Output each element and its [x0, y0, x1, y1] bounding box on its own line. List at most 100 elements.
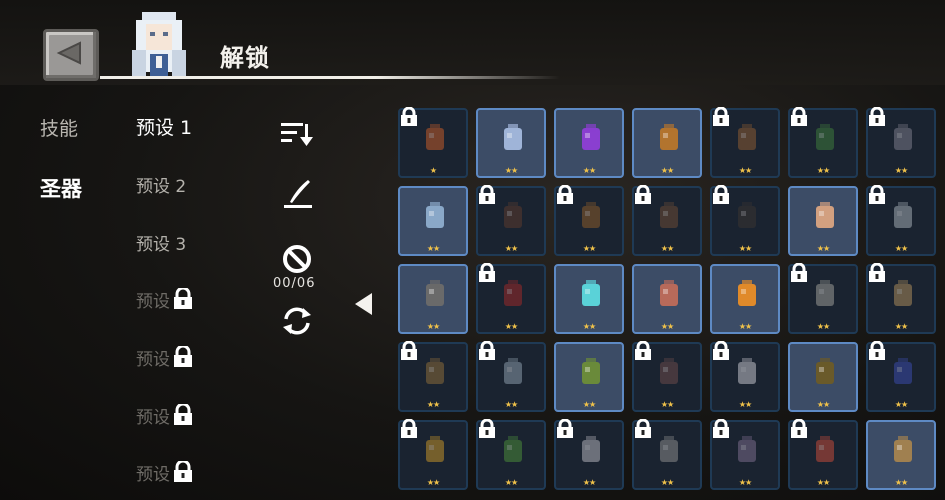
star-rating: ★★ [582, 322, 596, 331]
lock-icon [401, 341, 417, 360]
preset-2[interactable]: 预设 2 [136, 172, 186, 197]
relic-slot[interactable]: ★★ [788, 107, 858, 178]
star-rating: ★★ [738, 400, 752, 409]
lock-icon [635, 185, 651, 204]
statue-icon [894, 124, 912, 150]
star-rating: ★★ [894, 322, 908, 331]
relic-slot[interactable]: ★★ [866, 107, 936, 178]
relic-slot[interactable]: ★★ [710, 107, 780, 178]
skull-staff-icon [426, 280, 444, 306]
relic-slot[interactable]: ★★ [710, 264, 780, 334]
relic-slot[interactable]: ★★ [398, 264, 468, 334]
relic-slot[interactable]: ★★ [476, 108, 546, 178]
preset-label: 预设 [136, 465, 170, 485]
back-button[interactable] [43, 29, 99, 81]
mask-icon [426, 358, 444, 384]
relic-slot[interactable]: ★★ [554, 108, 624, 178]
relic-slot[interactable]: ★★ [788, 342, 858, 412]
dark-cloak-icon [504, 202, 522, 228]
back-arrow-icon [56, 41, 81, 65]
relic-slot[interactable]: ★★ [398, 419, 468, 490]
clear-ban-icon[interactable] [281, 243, 313, 275]
star-rating: ★★ [738, 244, 752, 253]
lock-icon [479, 419, 495, 438]
relic-slot[interactable]: ★★ [632, 419, 702, 490]
refresh-icon[interactable] [279, 305, 315, 337]
relic-slot[interactable]: ★★ [476, 419, 546, 490]
star-rating: ★★ [660, 166, 674, 175]
preset-1[interactable]: 预设 1 [136, 113, 192, 140]
relic-slot[interactable]: ★★ [788, 419, 858, 490]
star-rating: ★★ [660, 244, 674, 253]
lock-icon [635, 419, 651, 438]
lock-icon [479, 341, 495, 360]
ore-icon [504, 358, 522, 384]
relic-slot[interactable]: ★★ [632, 264, 702, 334]
tab-skills[interactable]: 技能 [40, 114, 78, 141]
relic-slot[interactable]: ★★ [866, 263, 936, 334]
preset-3[interactable]: 预设 3 [136, 230, 186, 255]
preset-label: 预设 1 [136, 117, 193, 139]
relic-slot[interactable]: ★★ [710, 419, 780, 490]
smoke-icon [660, 436, 678, 462]
star-rating: ★★ [816, 166, 830, 175]
star-rating: ★★ [504, 400, 518, 409]
rock-icon [738, 436, 756, 462]
collapse-arrow-button[interactable] [355, 293, 372, 315]
relic-slot[interactable]: ★★ [398, 341, 468, 412]
relic-slot[interactable]: ★★ [554, 419, 624, 490]
star-rating: ★★ [660, 322, 674, 331]
relic-slot[interactable]: ★★ [476, 185, 546, 256]
relic-slot[interactable]: ★★ [632, 341, 702, 412]
star-rating: ★ [429, 166, 437, 175]
red-scarf-icon [504, 280, 522, 306]
crystal-crown-icon [504, 124, 522, 150]
relic-slot[interactable]: ★★ [710, 185, 780, 256]
lock-icon [713, 341, 729, 360]
lock-icon [557, 185, 573, 204]
lock-icon [869, 107, 885, 126]
relic-slot[interactable]: ★★ [398, 186, 468, 256]
star-rating: ★★ [660, 400, 674, 409]
relic-slot[interactable]: ★★ [788, 186, 858, 256]
flower-icon [582, 436, 600, 462]
page-title: 解锁 [220, 44, 270, 72]
star-rating: ★★ [816, 322, 830, 331]
egg-nest-icon [582, 358, 600, 384]
star-rating: ★★ [894, 166, 908, 175]
preset-6-locked[interactable]: 预设 [136, 403, 195, 428]
relic-slot[interactable]: ★★ [866, 185, 936, 256]
relic-slot[interactable]: ★★ [710, 341, 780, 412]
relic-slot[interactable]: ★★ [632, 185, 702, 256]
relic-slot[interactable]: ★★ [866, 341, 936, 412]
preset-7-locked[interactable]: 预设 [136, 460, 195, 485]
relic-slot[interactable]: ★★ [866, 420, 936, 490]
lock-icon [479, 185, 495, 204]
lock-icon [791, 263, 807, 282]
preset-label: 预设 2 [136, 177, 187, 197]
relic-slot[interactable]: ★★ [632, 108, 702, 178]
preset-4-locked[interactable]: 预设 [136, 287, 195, 312]
relic-slot[interactable]: ★★ [788, 263, 858, 334]
relic-slot[interactable]: ★★ [554, 342, 624, 412]
tab-relics[interactable]: 圣器 [40, 173, 82, 203]
snowflake-icon [894, 202, 912, 228]
quill-edit-icon[interactable] [282, 178, 314, 210]
relic-slot[interactable]: ★★ [476, 341, 546, 412]
fist-icon [738, 124, 756, 150]
star-rating: ★★ [582, 400, 596, 409]
relic-slot[interactable]: ★★ [554, 264, 624, 334]
preset-5-locked[interactable]: 预设 [136, 345, 195, 370]
character-avatar [132, 12, 186, 78]
sort-icon[interactable] [280, 120, 314, 148]
star-rating: ★★ [738, 166, 752, 175]
peace-emblem-icon [894, 436, 912, 462]
purple-feather-icon [582, 124, 600, 150]
relic-slot[interactable]: ★★ [476, 263, 546, 334]
lock-icon [635, 341, 651, 360]
crescent-icon [738, 358, 756, 384]
star-rating: ★★ [582, 166, 596, 175]
relic-slot[interactable]: ★ [398, 107, 468, 178]
relic-slot[interactable]: ★★ [554, 185, 624, 256]
star-rating: ★★ [816, 400, 830, 409]
